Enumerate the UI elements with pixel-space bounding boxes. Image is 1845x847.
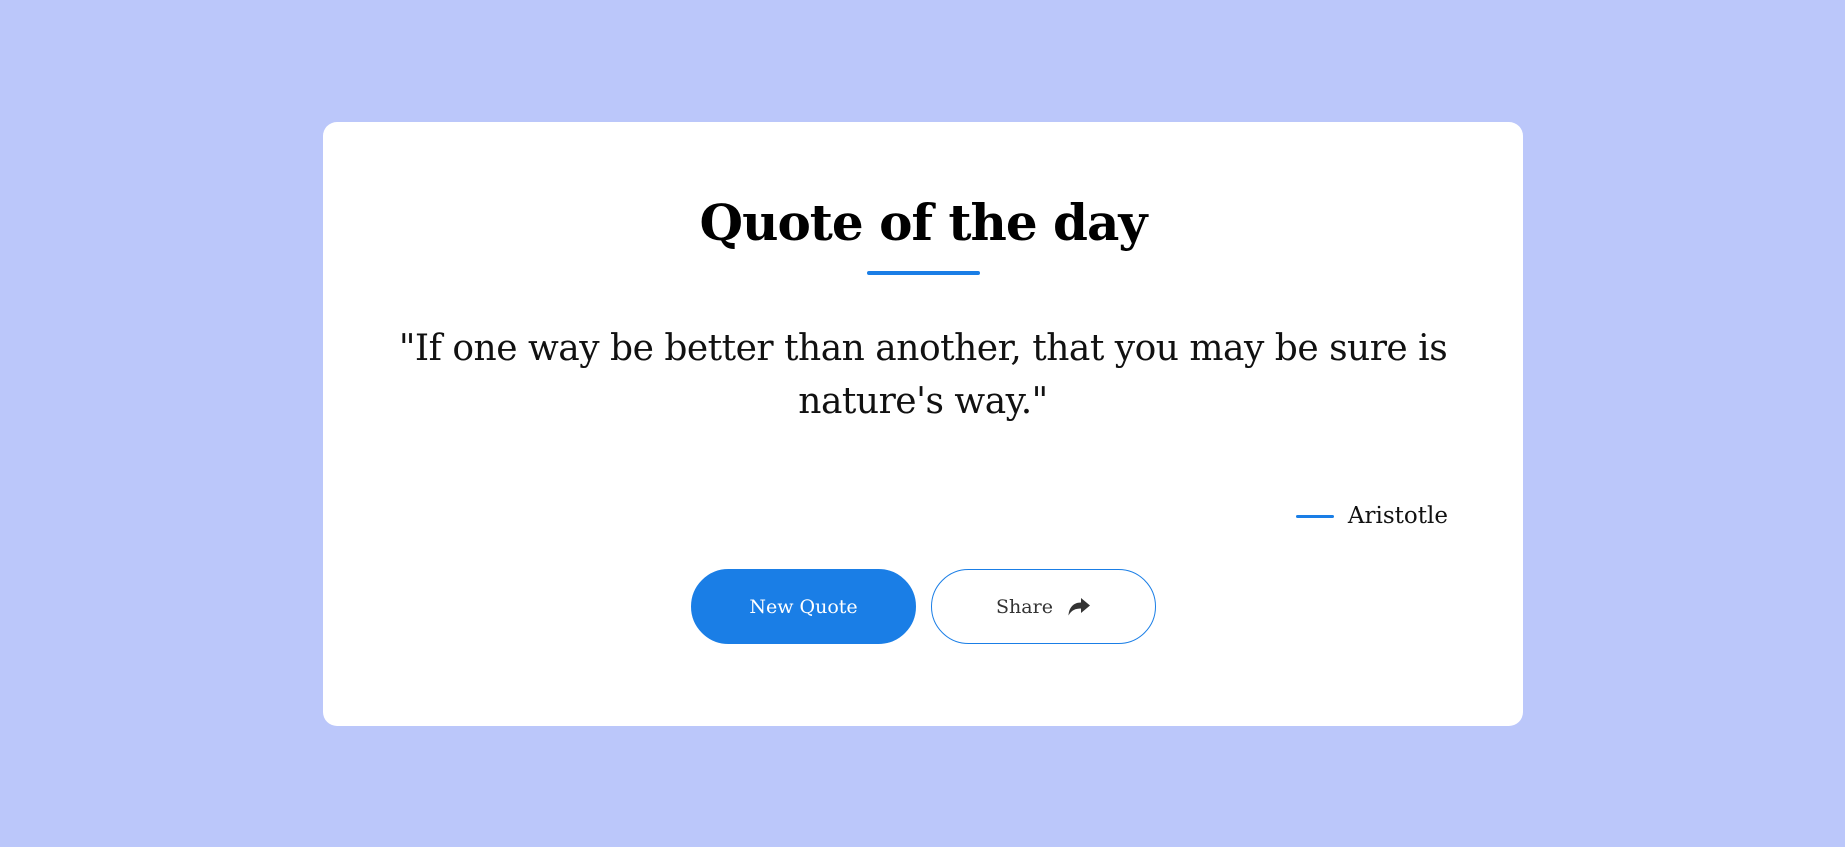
title-underline bbox=[867, 271, 980, 275]
share-arrow-icon bbox=[1067, 597, 1091, 617]
author-dash bbox=[1295, 514, 1334, 518]
quote-card: Quote of the day "If one way be better t… bbox=[323, 122, 1523, 726]
quote-text: "If one way be better than another, that… bbox=[398, 328, 1448, 422]
share-button[interactable]: Share bbox=[931, 569, 1156, 644]
quote-author: Aristotle bbox=[1295, 503, 1448, 529]
share-label: Share bbox=[996, 595, 1053, 618]
page-title: Quote of the day bbox=[699, 193, 1148, 252]
new-quote-label: New Quote bbox=[749, 595, 858, 618]
new-quote-button[interactable]: New Quote bbox=[691, 569, 916, 644]
author-name: Aristotle bbox=[1347, 503, 1448, 529]
action-buttons: New Quote Share bbox=[691, 569, 1156, 644]
